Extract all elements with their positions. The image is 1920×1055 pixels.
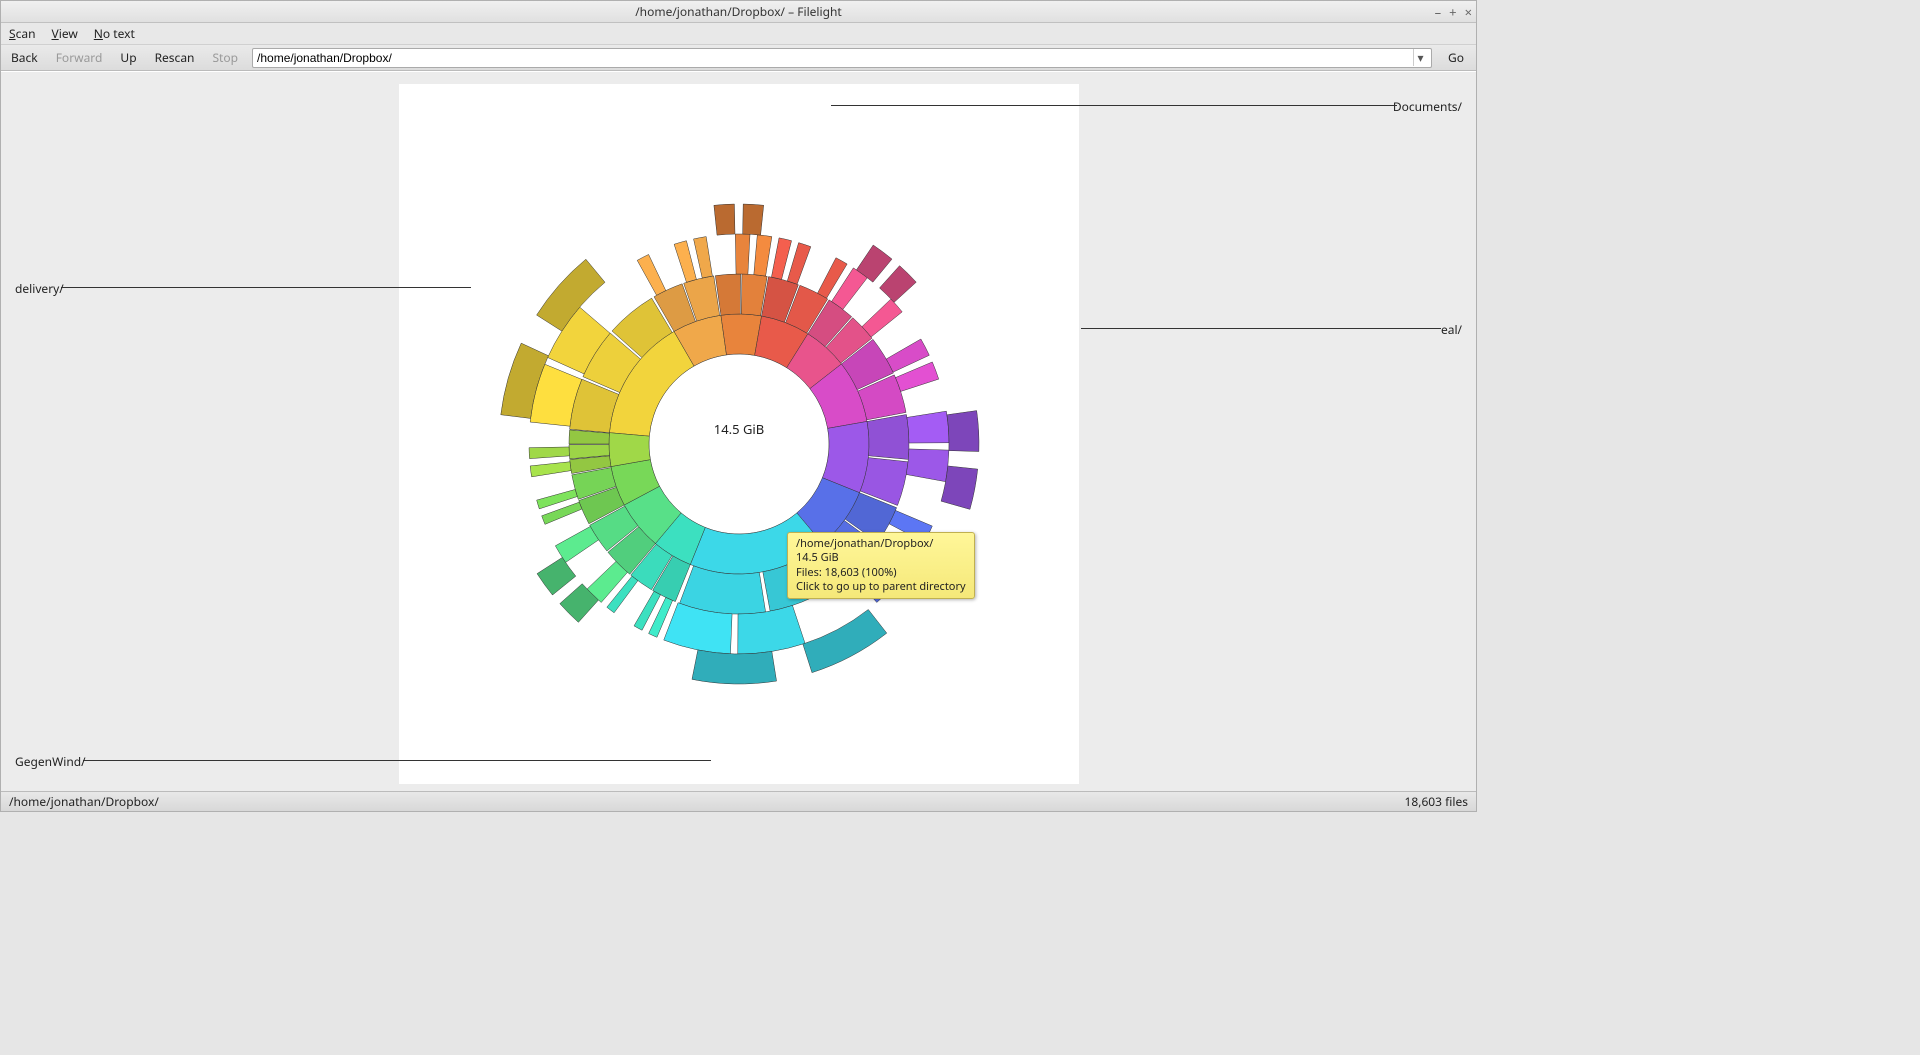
callout-delivery: delivery/ xyxy=(15,280,64,297)
stop-button: Stop xyxy=(208,47,242,68)
sunburst-segment[interactable] xyxy=(743,204,764,235)
sunburst-segment[interactable] xyxy=(537,557,576,595)
sunburst-segment[interactable] xyxy=(530,462,571,477)
menu-notext[interactable]: No text xyxy=(94,25,135,42)
location-dropdown-icon[interactable]: ▾ xyxy=(1413,49,1427,66)
tooltip-files: Files: 18,603 (100%) xyxy=(796,566,966,580)
sunburst-segment[interactable] xyxy=(674,241,696,283)
sunburst-segment[interactable] xyxy=(771,238,791,280)
menu-scan[interactable]: Scan xyxy=(9,25,36,42)
callout-line-documents xyxy=(831,105,1397,106)
close-icon[interactable]: × xyxy=(1465,3,1472,21)
callout-gegenwind: GegenWind/ xyxy=(15,753,86,770)
sunburst-segment[interactable] xyxy=(754,235,772,276)
sunburst-segment[interactable] xyxy=(692,650,777,684)
maximize-icon[interactable]: + xyxy=(1449,3,1456,21)
callout-line-eal xyxy=(1081,328,1441,329)
go-button[interactable]: Go xyxy=(1442,47,1470,68)
titlebar: /home/jonathan/Dropbox/ – Filelight – + … xyxy=(1,1,1476,23)
menu-view[interactable]: View xyxy=(52,25,78,42)
location-bar[interactable]: ▾ xyxy=(252,48,1432,68)
sunburst-canvas[interactable] xyxy=(399,84,1079,784)
sunburst-segment[interactable] xyxy=(735,234,750,274)
tooltip-size: 14.5 GiB xyxy=(796,551,966,565)
statusbar: /home/jonathan/Dropbox/ 18,603 files xyxy=(1,791,1476,811)
tooltip-path: /home/jonathan/Dropbox/ xyxy=(796,537,966,551)
sunburst-segment[interactable] xyxy=(714,204,735,235)
sunburst-segment[interactable] xyxy=(880,266,917,303)
sunburst-segment[interactable] xyxy=(555,526,598,562)
sunburst-segment[interactable] xyxy=(715,274,740,315)
sunburst-segment[interactable] xyxy=(529,447,569,459)
up-button[interactable]: Up xyxy=(116,47,140,68)
sunburst-segment[interactable] xyxy=(680,566,766,614)
tooltip-hint: Click to go up to parent directory xyxy=(796,580,966,594)
menubar: Scan View No text xyxy=(1,23,1476,45)
sunburst-segment[interactable] xyxy=(803,609,887,672)
sunburst-segment[interactable] xyxy=(906,449,949,482)
status-files: 18,603 files xyxy=(1405,793,1469,810)
sunburst-segment[interactable] xyxy=(907,411,949,443)
sunburst-segment[interactable] xyxy=(862,299,902,337)
callout-line-delivery xyxy=(61,287,471,288)
tooltip: /home/jonathan/Dropbox/ 14.5 GiB Files: … xyxy=(787,532,975,599)
rescan-button[interactable]: Rescan xyxy=(151,47,199,68)
forward-button: Forward xyxy=(52,47,107,68)
sunburst-chart[interactable] xyxy=(399,84,1079,784)
minimize-icon[interactable]: – xyxy=(1435,3,1442,21)
app-window: /home/jonathan/Dropbox/ – Filelight – + … xyxy=(0,0,1477,812)
callout-line-gegenwind xyxy=(83,760,711,761)
sunburst-center[interactable] xyxy=(649,354,829,534)
sunburst-segment[interactable] xyxy=(867,414,909,459)
back-button[interactable]: Back xyxy=(7,47,42,68)
location-input[interactable] xyxy=(257,51,1413,65)
content-area: 14.5 GiB delivery/ GegenWind/ Documents/… xyxy=(1,71,1476,791)
status-path: /home/jonathan/Dropbox/ xyxy=(9,793,159,810)
sunburst-segment[interactable] xyxy=(947,411,979,452)
sunburst-segment[interactable] xyxy=(787,243,811,285)
callout-eal: eal/ xyxy=(1441,321,1462,338)
sunburst-segment[interactable] xyxy=(637,254,666,295)
sunburst-segment[interactable] xyxy=(694,237,713,278)
callout-documents: Documents/ xyxy=(1393,98,1462,115)
window-title: /home/jonathan/Dropbox/ – Filelight xyxy=(635,3,842,20)
toolbar: Back Forward Up Rescan Stop ▾ Go xyxy=(1,45,1476,71)
